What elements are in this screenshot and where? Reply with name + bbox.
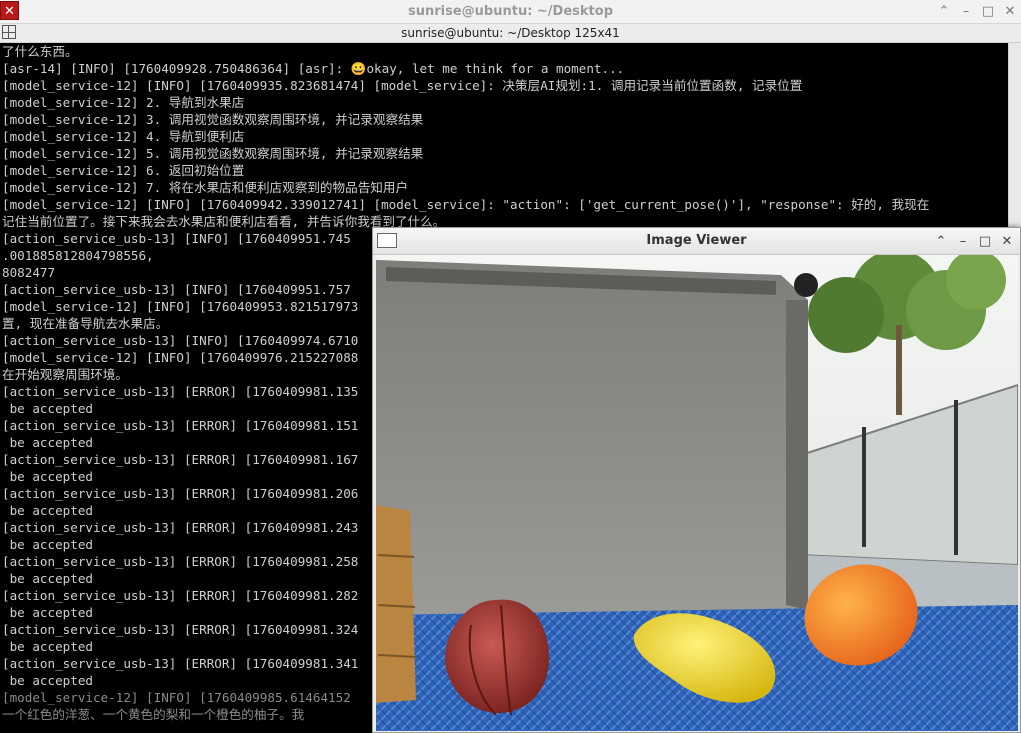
terminal-line: [model_service-12] 3. 调用视觉函数观察周围环境, 并记录观… — [2, 112, 424, 127]
close-button[interactable]: ✕ — [999, 0, 1021, 23]
image-viewer-titlebar[interactable]: Image Viewer ⌃ – □ ✕ — [373, 228, 1020, 255]
viewer-maximize-button[interactable]: □ — [974, 230, 996, 253]
wooden-cup — [376, 505, 417, 703]
terminal-line: [model_service-12] 4. 导航到便利店 — [2, 129, 245, 144]
camera-scene — [376, 255, 1018, 731]
terminal-line: 了什么东西。 — [2, 44, 78, 59]
terminal-window-controls: ⌃ – □ ✕ — [933, 0, 1021, 23]
terminal-line: [model_service-12] 7. 将在水果店和便利店观察到的物品告知用… — [2, 180, 409, 195]
terminal-titlebar[interactable]: ✕ sunrise@ubuntu: ~/Desktop ⌃ – □ ✕ — [0, 0, 1021, 24]
minimize-button[interactable]: – — [955, 0, 977, 23]
terminal-line: [model_service-12] 5. 调用视觉函数观察周围环境, 并记录观… — [2, 146, 424, 161]
viewer-window-controls: ⌃ – □ ✕ — [930, 230, 1018, 253]
terminal-window-title: sunrise@ubuntu: ~/Desktop — [407, 4, 614, 19]
terminal-line: [model_service-12] 6. 返回初始位置 — [2, 163, 245, 178]
maximize-button[interactable]: □ — [977, 0, 999, 23]
terminal-line: [model_service-12] [INFO] [1760409942.33… — [2, 197, 930, 212]
viewer-minimize-button[interactable]: – — [952, 230, 974, 253]
camera-image — [376, 255, 1018, 731]
keep-above-button[interactable]: ⌃ — [933, 0, 955, 23]
terminal-tabbar: sunrise@ubuntu: ~/Desktop 125x41 — [0, 24, 1021, 43]
terminal-line: [model_service-12] [INFO] [1760409935.82… — [2, 78, 803, 93]
image-viewer-window[interactable]: Image Viewer ⌃ – □ ✕ — [372, 227, 1021, 733]
terminal-tab-title: sunrise@ubuntu: ~/Desktop 125x41 — [401, 26, 620, 40]
image-viewer-title: Image Viewer — [646, 233, 747, 248]
terminal-line: [asr-14] [INFO] [1760409928.750486364] [… — [2, 61, 625, 76]
viewer-keep-above-button[interactable]: ⌃ — [930, 230, 952, 253]
terminal-line: [model_service-12] 2. 导航到水果店 — [2, 95, 245, 110]
viewer-close-button[interactable]: ✕ — [996, 230, 1018, 253]
